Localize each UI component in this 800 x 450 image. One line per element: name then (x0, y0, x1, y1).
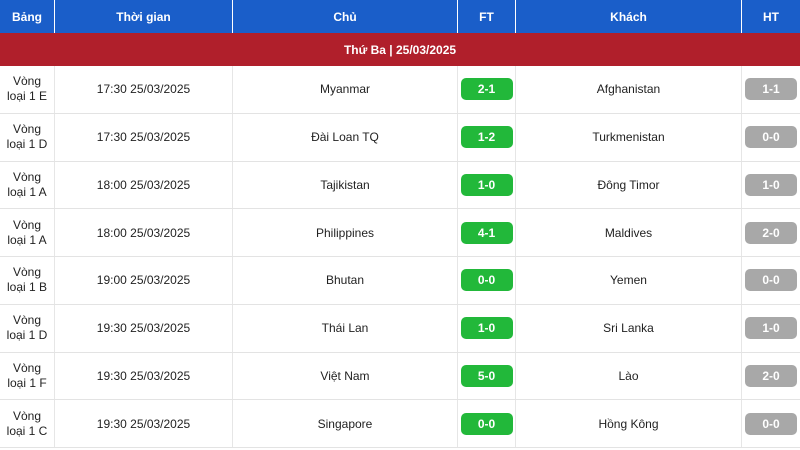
ht-cell: 0-0 (742, 400, 800, 447)
ht-score-badge: 1-0 (745, 173, 797, 196)
ft-cell: 0-0 (458, 257, 516, 304)
table-row[interactable]: Vòng loại 1 A 18:00 25/03/2025 Tajikista… (0, 161, 800, 210)
home-team[interactable]: Đài Loan TQ (233, 113, 458, 161)
ht-score-badge: 1-0 (745, 317, 797, 340)
table-row[interactable]: Vòng loại 1 D 19:30 25/03/2025 Thái Lan … (0, 304, 800, 353)
ht-score-badge: 2-0 (745, 364, 797, 387)
time-cell: 17:30 25/03/2025 (55, 66, 233, 113)
time-cell: 19:30 25/03/2025 (55, 304, 233, 352)
home-team[interactable]: Thái Lan (233, 304, 458, 352)
table-header: Bảng Thời gian Chủ FT Khách HT (0, 0, 800, 33)
table-row[interactable]: Vòng loại 1 F 19:30 25/03/2025 Việt Nam … (0, 352, 800, 401)
home-team[interactable]: Việt Nam (233, 352, 458, 400)
away-team[interactable]: Yemen (516, 257, 742, 304)
away-team[interactable]: Đông Timor (516, 161, 742, 209)
ht-cell: 1-0 (742, 162, 800, 209)
group-label: Vòng loại 1 A (7, 217, 47, 247)
ht-cell: 1-1 (742, 66, 800, 113)
away-team[interactable]: Lào (516, 352, 742, 400)
group-cell: Vòng loại 1 F (0, 352, 55, 400)
ht-cell: 0-0 (742, 114, 800, 161)
time-cell: 19:30 25/03/2025 (55, 352, 233, 400)
ft-cell: 5-0 (458, 352, 516, 400)
group-label: Vòng loại 1 F (7, 360, 47, 390)
group-label: Vòng loại 1 D (6, 313, 48, 343)
ht-score-badge: 0-0 (745, 412, 797, 435)
ht-cell: 0-0 (742, 257, 800, 304)
ft-score-badge[interactable]: 1-2 (460, 126, 513, 149)
ft-score-badge[interactable]: 5-0 (460, 364, 513, 387)
ft-score-badge[interactable]: 2-1 (460, 78, 513, 101)
home-team[interactable]: Tajikistan (233, 161, 458, 209)
ht-score-badge: 1-1 (745, 78, 797, 101)
header-time: Thời gian (55, 0, 233, 33)
away-team[interactable]: Sri Lanka (516, 304, 742, 352)
time-cell: 18:00 25/03/2025 (55, 209, 233, 256)
ft-score-badge[interactable]: 1-0 (460, 317, 513, 340)
ft-cell: 1-0 (458, 304, 516, 352)
ft-cell: 1-2 (458, 113, 516, 161)
table-row[interactable]: Vòng loại 1 A 18:00 25/03/2025 Philippin… (0, 209, 800, 257)
ht-cell: 1-0 (742, 305, 800, 352)
ft-cell: 2-1 (458, 66, 516, 113)
header-away: Khách (516, 0, 742, 33)
match-list: Vòng loại 1 E 17:30 25/03/2025 Myanmar 2… (0, 66, 800, 448)
table-row[interactable]: Vòng loại 1 C 19:30 25/03/2025 Singapore… (0, 400, 800, 448)
group-cell: Vòng loại 1 D (0, 113, 55, 161)
group-cell: Vòng loại 1 A (0, 161, 55, 209)
ht-cell: 2-0 (742, 353, 800, 400)
ft-cell: 1-0 (458, 161, 516, 209)
date-row: Thứ Ba | 25/03/2025 (0, 33, 800, 66)
group-cell: Vòng loại 1 B (0, 257, 55, 304)
group-label: Vòng loại 1 A (7, 169, 47, 199)
home-team[interactable]: Singapore (233, 400, 458, 447)
group-cell: Vòng loại 1 E (0, 66, 55, 113)
header-group: Bảng (0, 0, 55, 33)
ft-score-badge[interactable]: 0-0 (460, 412, 513, 435)
home-team[interactable]: Philippines (233, 209, 458, 256)
table-row[interactable]: Vòng loại 1 E 17:30 25/03/2025 Myanmar 2… (0, 66, 800, 114)
away-team[interactable]: Maldives (516, 209, 742, 256)
header-home: Chủ (233, 0, 458, 33)
ft-cell: 0-0 (458, 400, 516, 447)
time-cell: 17:30 25/03/2025 (55, 113, 233, 161)
time-cell: 19:30 25/03/2025 (55, 400, 233, 447)
time-cell: 19:00 25/03/2025 (55, 257, 233, 304)
ht-cell: 2-0 (742, 209, 800, 256)
home-team[interactable]: Bhutan (233, 257, 458, 304)
away-team[interactable]: Afghanistan (516, 66, 742, 113)
header-ht: HT (763, 9, 779, 24)
away-team[interactable]: Turkmenistan (516, 113, 742, 161)
group-label: Vòng loại 1 C (6, 408, 48, 438)
group-cell: Vòng loại 1 A (0, 209, 55, 256)
results-table: Bảng Thời gian Chủ FT Khách HT Thứ Ba | … (0, 0, 800, 448)
group-cell: Vòng loại 1 D (0, 304, 55, 352)
group-label: Vòng loại 1 E (6, 74, 48, 104)
home-team[interactable]: Myanmar (233, 66, 458, 113)
group-cell: Vòng loại 1 C (0, 400, 55, 447)
time-cell: 18:00 25/03/2025 (55, 161, 233, 209)
ft-score-badge[interactable]: 0-0 (460, 269, 513, 292)
table-row[interactable]: Vòng loại 1 D 17:30 25/03/2025 Đài Loan … (0, 113, 800, 162)
away-team[interactable]: Hồng Kông (516, 400, 742, 447)
table-row[interactable]: Vòng loại 1 B 19:00 25/03/2025 Bhutan 0-… (0, 257, 800, 305)
header-ft: FT (458, 0, 516, 33)
ht-score-badge: 0-0 (745, 269, 797, 292)
ht-score-badge: 2-0 (745, 221, 797, 244)
ft-cell: 4-1 (458, 209, 516, 256)
ft-score-badge[interactable]: 4-1 (460, 221, 513, 244)
group-label: Vòng loại 1 D (6, 122, 48, 152)
ft-score-badge[interactable]: 1-0 (460, 173, 513, 196)
ht-score-badge: 0-0 (745, 126, 797, 149)
group-label: Vòng loại 1 B (6, 265, 48, 295)
